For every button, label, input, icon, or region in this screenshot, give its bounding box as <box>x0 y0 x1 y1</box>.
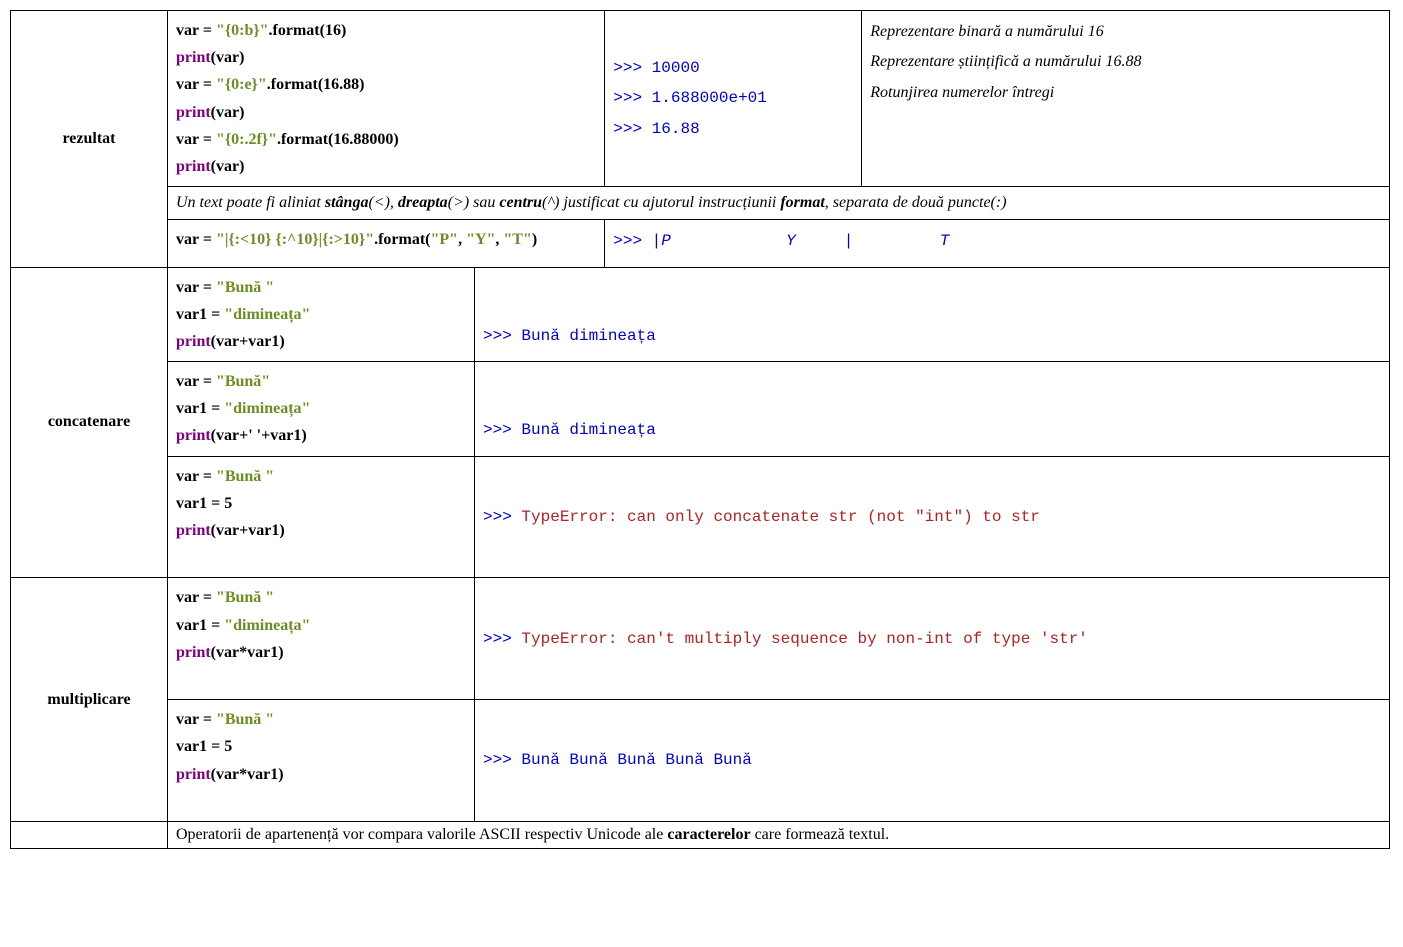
code-mult-2: var = "Bună " var1 = 5 print(var*var1) <box>168 700 475 822</box>
code-concat-1: var = "Bună " var1 = "dimineața" print(v… <box>168 267 475 362</box>
label-concatenare: concatenare <box>11 267 168 578</box>
output-concat-3: >>> TypeError: can only concatenate str … <box>475 456 1390 578</box>
output-mult-1: >>> TypeError: can't multiply sequence b… <box>475 578 1390 700</box>
reference-table: rezultat var = "{0:b}".format(16) print(… <box>10 10 1390 849</box>
label-multiplicare: multiplicare <box>11 578 168 822</box>
code-concat-2: var = "Bună" var1 = "dimineața" print(va… <box>168 362 475 457</box>
code-mult-1: var = "Bună " var1 = "dimineața" print(v… <box>168 578 475 700</box>
code-rezultat: var = "{0:b}".format(16) print(var) var … <box>168 11 605 187</box>
label-empty <box>11 821 168 848</box>
output-concat-2: >>> Bună dimineața <box>475 362 1390 457</box>
label-rezultat: rezultat <box>11 11 168 268</box>
output-rezultat: >>> 10000 >>> 1.688000e+01 >>> 16.88 <box>605 11 862 187</box>
notes-rezultat: Reprezentare binară a numărului 16 Repre… <box>862 11 1390 187</box>
output-mult-2: >>> Bună Bună Bună Bună Bună <box>475 700 1390 822</box>
output-align: >>> |P Y | T <box>605 220 1390 267</box>
code-concat-3: var = "Bună " var1 = 5 print(var+var1) <box>168 456 475 578</box>
output-concat-1: >>> Bună dimineața <box>475 267 1390 362</box>
code-align: var = "|{:<10} {:^10}|{:>10}".format("P"… <box>168 220 605 267</box>
align-description: Un text poate fi aliniat stânga(<), drea… <box>168 187 1390 220</box>
footer-note: Operatorii de apartenență vor compara va… <box>168 821 1390 848</box>
